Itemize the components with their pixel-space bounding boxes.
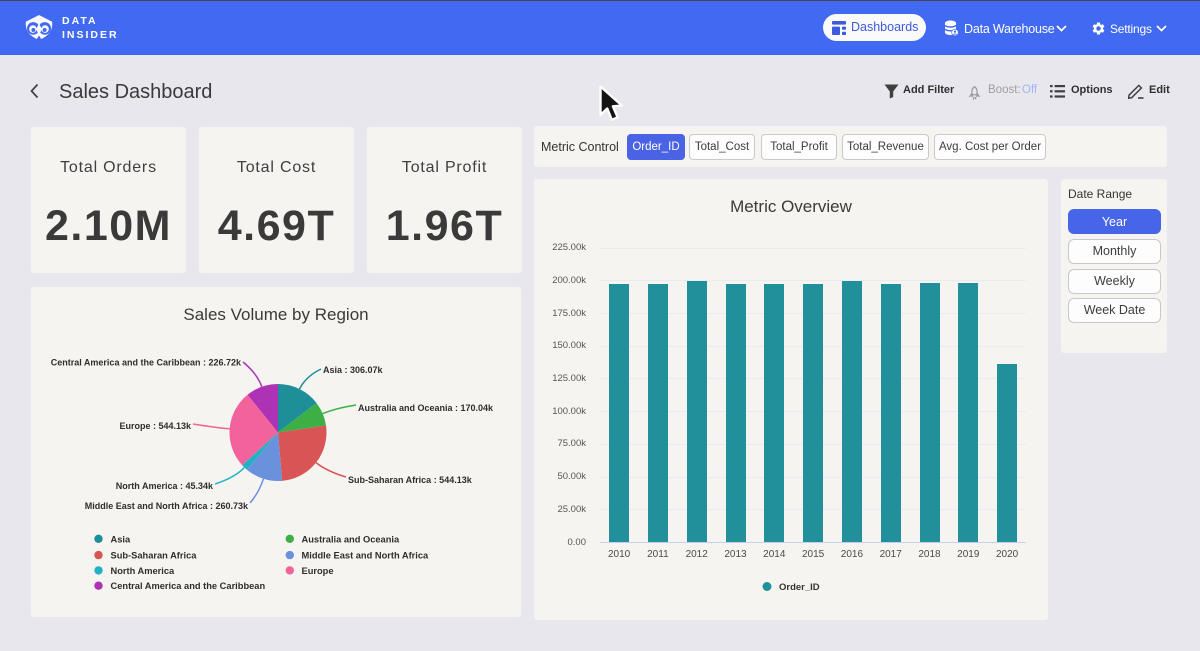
svg-text:Central America and the Caribb: Central America and the Caribbean: [111, 581, 266, 591]
svg-text:Europe: Europe: [302, 566, 334, 576]
svg-text:Sub-Saharan Africa : 544.13k: Sub-Saharan Africa : 544.13k: [348, 475, 473, 485]
svg-text:Sales Volume by Region: Sales Volume by Region: [183, 305, 368, 324]
svg-text:Australia and Oceania : 170.04: Australia and Oceania : 170.04k: [358, 403, 494, 413]
svg-text:Central America and the Caribb: Central America and the Caribbean : 226.…: [51, 358, 242, 368]
svg-text:Asia : 306.07k: Asia : 306.07k: [323, 365, 384, 375]
svg-text:Sub-Saharan Africa: Sub-Saharan Africa: [111, 551, 198, 561]
svg-text:North America : 45.34k: North America : 45.34k: [116, 481, 214, 491]
svg-text:Europe : 544.13k: Europe : 544.13k: [119, 421, 192, 431]
svg-text:North America: North America: [111, 566, 176, 576]
svg-text:Middle East and North Africa: Middle East and North Africa: [302, 551, 430, 561]
svg-text:Australia and Oceania: Australia and Oceania: [302, 534, 400, 544]
svg-text:Asia: Asia: [111, 534, 131, 544]
svg-text:Order_ID: Order_ID: [779, 582, 820, 593]
svg-text:Middle East and North Africa :: Middle East and North Africa : 260.73k: [85, 501, 249, 511]
